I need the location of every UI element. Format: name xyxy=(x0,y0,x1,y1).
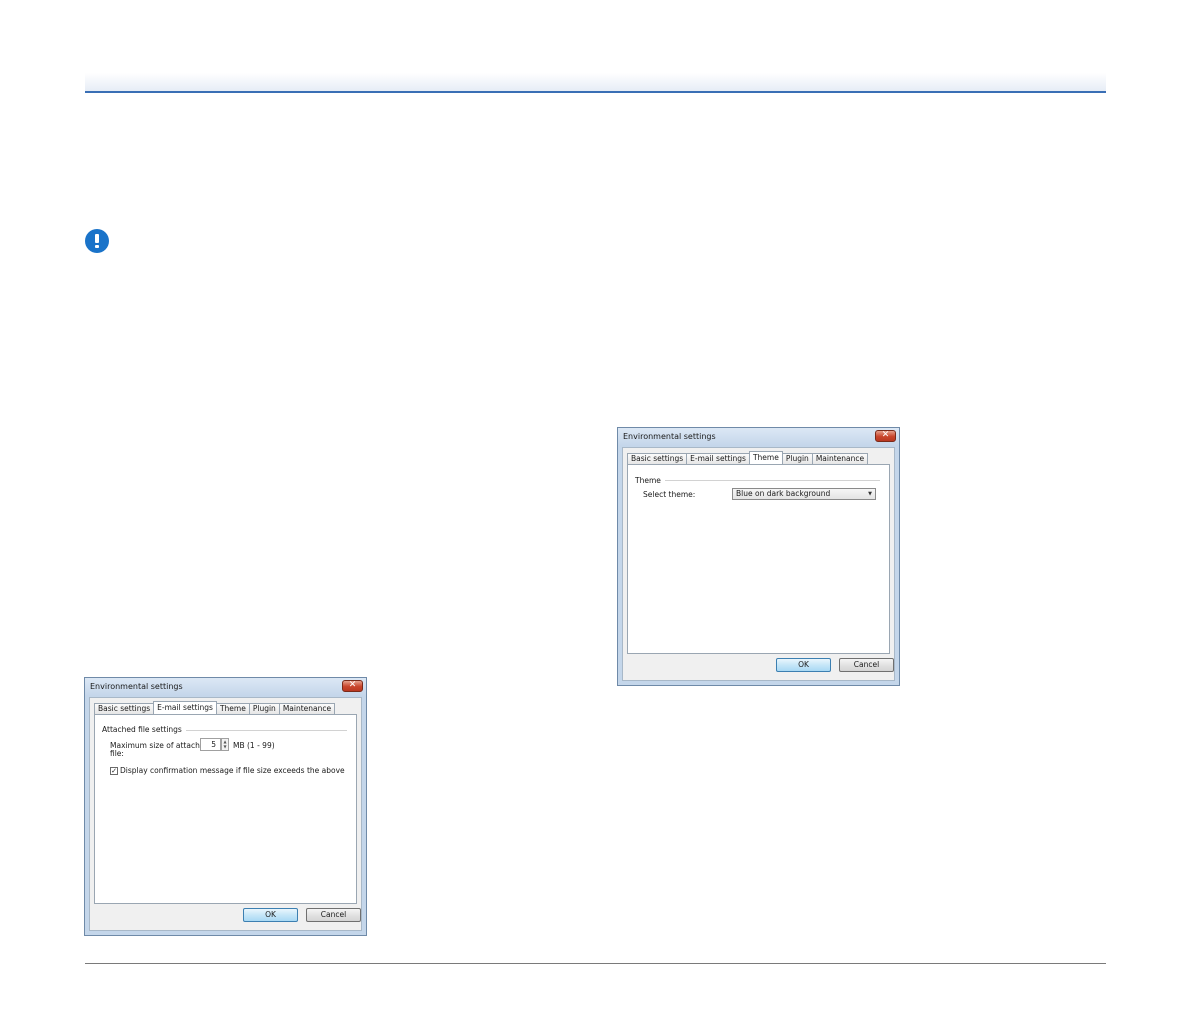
tab-email-settings[interactable]: E-mail settings xyxy=(686,453,750,464)
confirm-checkbox[interactable]: ✓ xyxy=(110,767,118,775)
tab-plugin[interactable]: Plugin xyxy=(781,453,813,464)
tab-theme[interactable]: Theme xyxy=(748,451,783,464)
theme-select-value: Blue on dark background xyxy=(736,489,831,498)
title-bar: Environmental settings ✕ xyxy=(618,428,899,446)
tab-theme[interactable]: Theme xyxy=(215,703,250,714)
close-icon: ✕ xyxy=(881,430,890,440)
dialog-client-area: Basic settings E-mail settings Theme Plu… xyxy=(622,447,895,681)
tab-maintenance[interactable]: Maintenance xyxy=(278,703,336,714)
tab-strip: Basic settings E-mail settings Theme Plu… xyxy=(627,451,869,464)
group-label-attached-file: Attached file settings xyxy=(102,725,186,734)
cancel-button[interactable]: Cancel xyxy=(306,908,361,922)
chevron-down-icon: ▼ xyxy=(868,491,872,497)
close-button[interactable]: ✕ xyxy=(342,680,363,692)
title-bar: Environmental settings ✕ xyxy=(85,678,366,696)
footer-rule xyxy=(85,963,1106,964)
max-size-label-line2: file: xyxy=(110,749,124,758)
close-button[interactable]: ✕ xyxy=(875,430,896,442)
theme-select[interactable]: Blue on dark background ▼ xyxy=(732,488,876,500)
max-size-unit: MB (1 - 99) xyxy=(233,741,275,750)
close-icon: ✕ xyxy=(348,680,357,690)
confirm-label: Display confirmation message if file siz… xyxy=(120,766,345,775)
max-size-input[interactable]: 5 xyxy=(200,738,221,751)
tab-panel-email: Attached file settings Maximum size of a… xyxy=(94,714,357,904)
ok-button[interactable]: OK xyxy=(243,908,298,922)
tab-maintenance[interactable]: Maintenance xyxy=(811,453,869,464)
dialog-title: Environmental settings xyxy=(623,432,716,441)
dialog-client-area: Basic settings E-mail settings Theme Plu… xyxy=(89,697,362,931)
cancel-button[interactable]: Cancel xyxy=(839,658,894,672)
group-label-theme: Theme xyxy=(635,476,665,485)
exclamation-circle-icon xyxy=(85,229,109,253)
ok-button[interactable]: OK xyxy=(776,658,831,672)
tab-basic-settings[interactable]: Basic settings xyxy=(94,703,155,714)
environmental-settings-dialog-email: Environmental settings ✕ Basic settings … xyxy=(84,677,367,936)
tab-strip: Basic settings E-mail settings Theme Plu… xyxy=(94,701,336,714)
max-size-label-line1: Maximum size of attached xyxy=(110,741,210,750)
select-theme-label: Select theme: xyxy=(643,490,696,499)
tab-email-settings[interactable]: E-mail settings xyxy=(153,701,217,714)
tab-plugin[interactable]: Plugin xyxy=(248,703,280,714)
max-size-stepper[interactable]: ▲ ▼ xyxy=(221,738,229,751)
dialog-title: Environmental settings xyxy=(90,682,183,691)
stepper-down-icon[interactable]: ▼ xyxy=(222,744,228,749)
tab-panel-theme: Theme Select theme: Blue on dark backgro… xyxy=(627,464,890,654)
group-divider xyxy=(635,480,880,481)
tab-basic-settings[interactable]: Basic settings xyxy=(627,453,688,464)
page-header-band xyxy=(85,73,1106,93)
environmental-settings-dialog-theme: Environmental settings ✕ Basic settings … xyxy=(617,427,900,686)
